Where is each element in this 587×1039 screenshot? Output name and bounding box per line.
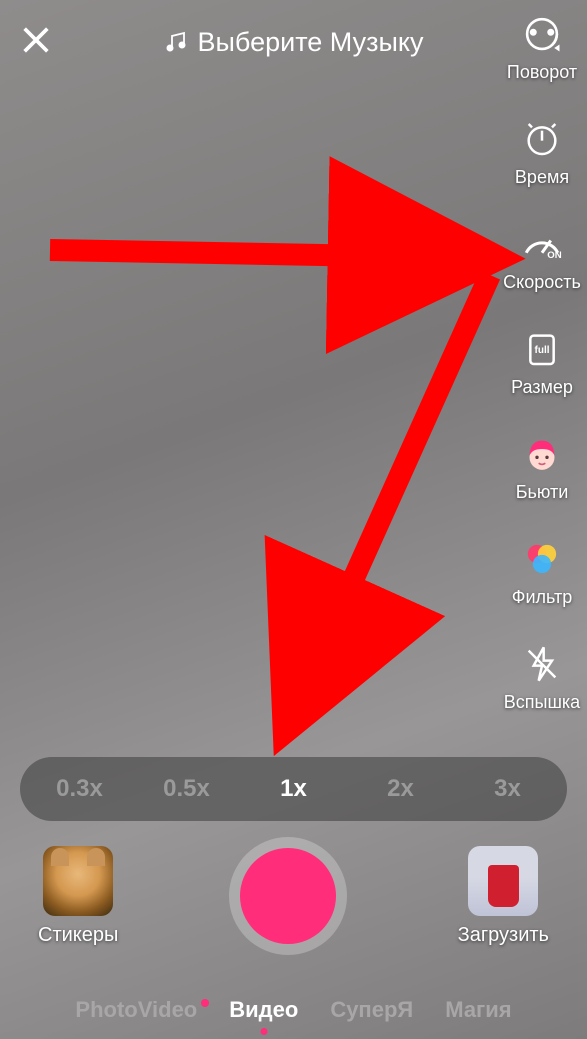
- filter-button[interactable]: Фильтр: [512, 537, 572, 608]
- music-note-icon: [164, 30, 188, 54]
- bottom-actions: Стикеры Загрузить: [0, 831, 587, 961]
- stickers-label: Стикеры: [38, 924, 118, 947]
- speed-0-3x[interactable]: 0.3x: [26, 775, 133, 803]
- music-select-button[interactable]: Выберите Музыку: [164, 27, 424, 58]
- beauty-button[interactable]: Бьюти: [516, 432, 569, 503]
- close-button[interactable]: [16, 20, 56, 60]
- size-button[interactable]: full Размер: [511, 327, 573, 398]
- close-icon: [19, 23, 53, 57]
- beauty-icon: [522, 434, 562, 474]
- mode-magic[interactable]: Магия: [445, 997, 511, 1023]
- mode-tabs: PhotoVideo Видео СуперЯ Магия: [0, 997, 587, 1023]
- filter-label: Фильтр: [512, 587, 572, 608]
- side-toolbar: Поворот Время ON Скорость: [497, 12, 587, 713]
- mode-photovideo[interactable]: PhotoVideo: [75, 997, 197, 1023]
- upload-button[interactable]: Загрузить: [458, 846, 549, 947]
- speed-0-5x[interactable]: 0.5x: [133, 775, 240, 803]
- upload-thumbnail: [468, 846, 538, 916]
- mode-video[interactable]: Видео: [229, 997, 298, 1023]
- speed-3x[interactable]: 3x: [454, 775, 561, 803]
- annotation-arrow-1: [50, 250, 486, 258]
- music-select-label: Выберите Музыку: [198, 27, 424, 58]
- speed-icon: ON: [521, 223, 563, 265]
- size-icon: full: [522, 329, 562, 369]
- timer-icon: [522, 119, 562, 159]
- stickers-button[interactable]: Стикеры: [38, 846, 118, 947]
- flash-button[interactable]: Вспышка: [504, 642, 580, 713]
- svg-text:ON: ON: [547, 250, 561, 261]
- speed-1x[interactable]: 1x: [240, 775, 347, 803]
- svg-text:full: full: [535, 345, 550, 356]
- record-button[interactable]: [229, 837, 347, 955]
- upload-label: Загрузить: [458, 924, 549, 947]
- flip-label: Поворот: [507, 62, 577, 83]
- stickers-thumbnail: [43, 846, 113, 916]
- annotation-arrow-2: [290, 275, 490, 720]
- timer-label: Время: [515, 167, 569, 188]
- filter-icon: [522, 539, 562, 579]
- beauty-label: Бьюти: [516, 482, 569, 503]
- flip-icon: [521, 13, 563, 55]
- speed-selector: 0.3x 0.5x 1x 2x 3x: [20, 757, 567, 821]
- size-label: Размер: [511, 377, 573, 398]
- timer-button[interactable]: Время: [515, 117, 569, 188]
- speed-button[interactable]: ON Скорость: [503, 222, 581, 293]
- camera-screen: Выберите Музыку Поворот: [0, 0, 587, 1039]
- speed-label: Скорость: [503, 272, 581, 293]
- flip-camera-button[interactable]: Поворот: [507, 12, 577, 83]
- record-icon: [240, 848, 336, 944]
- flash-off-icon: [522, 644, 562, 684]
- mode-super[interactable]: СуперЯ: [330, 997, 413, 1023]
- speed-2x[interactable]: 2x: [347, 775, 454, 803]
- flash-label: Вспышка: [504, 692, 580, 713]
